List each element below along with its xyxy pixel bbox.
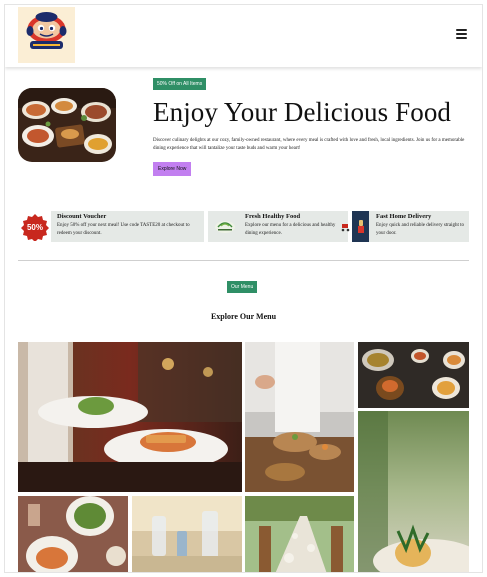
gallery-image-dishes-top-view[interactable] [358, 342, 469, 408]
gallery-image-glasses-interior[interactable] [132, 496, 242, 572]
feature-description: Enjoy quick and reliable delivery straig… [376, 223, 465, 236]
menu-section-title: Explore Our Menu [210, 312, 277, 321]
voucher-50-icon: 50% [18, 211, 51, 242]
feature-fast-home-delivery[interactable]: Fast Home Delivery Enjoy quick and relia… [341, 211, 469, 242]
feature-description: Enjoy 50% off your next meal! Use code T… [57, 223, 190, 236]
logo[interactable] [18, 7, 75, 63]
page-frame: 50% Off on All Items Enjoy Your Deliciou… [4, 4, 483, 573]
gallery-image-pasta-closeup[interactable] [358, 411, 469, 572]
hero-description: Discover culinary delights at our cozy, … [153, 138, 465, 151]
hero-food-image [18, 88, 116, 162]
site-header [5, 5, 482, 67]
svg-text:50%: 50% [26, 223, 42, 232]
chef-logo-icon [26, 12, 67, 49]
hero-title: Enjoy Your Delicious Food [153, 97, 452, 127]
gallery-image-table-salad[interactable] [18, 496, 128, 572]
hamburger-icon[interactable] [456, 29, 467, 39]
section-divider [18, 260, 469, 261]
feature-title: Fresh Healthy Food [245, 213, 301, 220]
feature-description: Explore our menu for a delicious and hea… [245, 223, 336, 236]
feature-fresh-healthy-food[interactable]: Fresh Healthy Food Explore our menu for … [208, 211, 348, 242]
feature-title: Fast Home Delivery [376, 213, 432, 220]
gallery-image-chef-plating[interactable] [245, 342, 354, 492]
features-strip: 50% Discount Voucher Enjoy 50% off your … [18, 211, 469, 242]
feature-title: Discount Voucher [57, 213, 107, 220]
gallery-image-waiter-serving[interactable] [18, 342, 242, 492]
delivery-scooter-icon [341, 211, 350, 242]
fresh-food-icon [208, 211, 241, 242]
offer-badge: 50% Off on All Items [153, 78, 207, 90]
our-menu-badge: Our Menu [227, 281, 258, 293]
gallery-image-long-table[interactable] [245, 496, 354, 572]
feature-discount-voucher[interactable]: 50% Discount Voucher Enjoy 50% off your … [18, 211, 204, 242]
explore-now-button[interactable]: Explore Now [153, 162, 192, 176]
delivery-icon [352, 211, 369, 242]
